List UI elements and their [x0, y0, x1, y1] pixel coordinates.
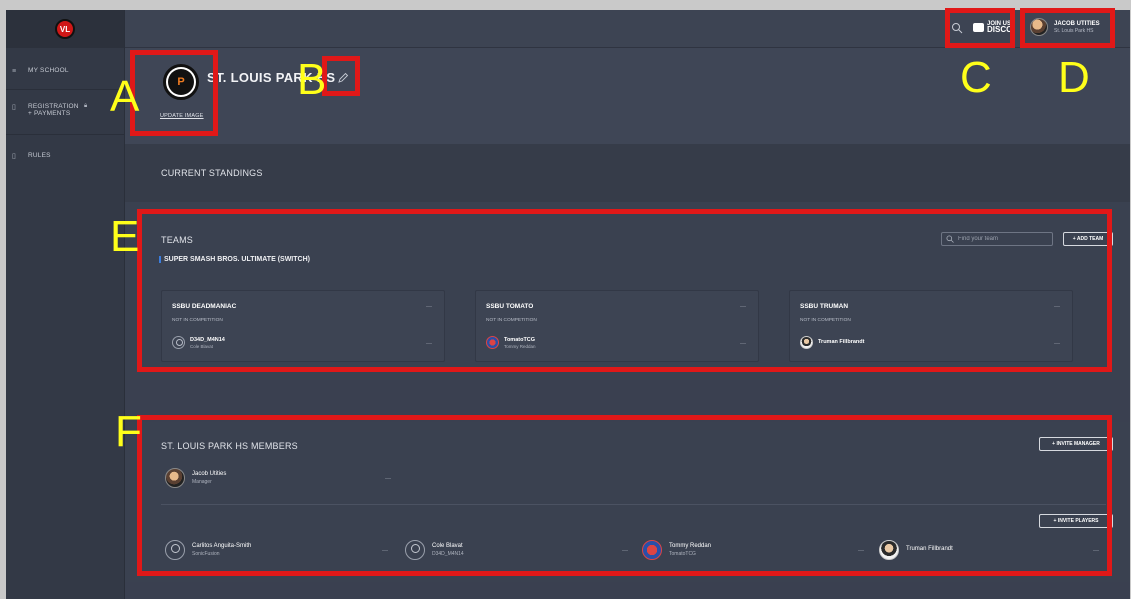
annotation-label-e: E [110, 212, 140, 261]
standings-title: CURRENT STANDINGS [161, 168, 263, 178]
annotation-box-e [137, 209, 1112, 372]
document-icon: ▯ [12, 104, 17, 111]
sidebar-item-registration[interactable]: ▯ REGISTRATION + PAYMENTS 🔒︎ [12, 103, 87, 117]
annotation-label-f: F [115, 407, 142, 456]
annotation-box-d [1020, 8, 1115, 48]
logo-text: VL [59, 24, 71, 34]
list-icon: ≡ [12, 68, 17, 75]
annotation-label-b: B [297, 55, 327, 104]
app-logo[interactable]: VL [55, 19, 75, 39]
document-icon: ▯ [12, 153, 17, 160]
sidebar-item-my-school[interactable]: ≡ MY SCHOOL [12, 67, 69, 76]
sidebar-item-label: REGISTRATION + PAYMENTS [28, 103, 79, 117]
annotation-label-d: D [1058, 53, 1090, 102]
lock-icon: 🔒︎ [84, 103, 88, 109]
annotation-box-c [945, 8, 1015, 48]
sidebar-item-rules[interactable]: ▯ RULES [12, 152, 51, 161]
annotation-label-a: A [110, 72, 140, 121]
standings-section: CURRENT STANDINGS [125, 144, 1130, 202]
annotation-box-b [322, 56, 360, 96]
sidebar-item-label: MY SCHOOL [28, 67, 69, 74]
sidebar: VL ≡ MY SCHOOL ▯ REGISTRATION + PAYMENTS… [6, 10, 125, 599]
sidebar-item-label: RULES [28, 152, 51, 159]
annotation-box-a [130, 50, 218, 136]
sidebar-logo-area: VL [6, 10, 124, 48]
sidebar-divider [6, 89, 125, 90]
sidebar-divider [6, 134, 125, 135]
annotation-label-c: C [960, 53, 992, 102]
annotation-box-f [137, 415, 1112, 576]
